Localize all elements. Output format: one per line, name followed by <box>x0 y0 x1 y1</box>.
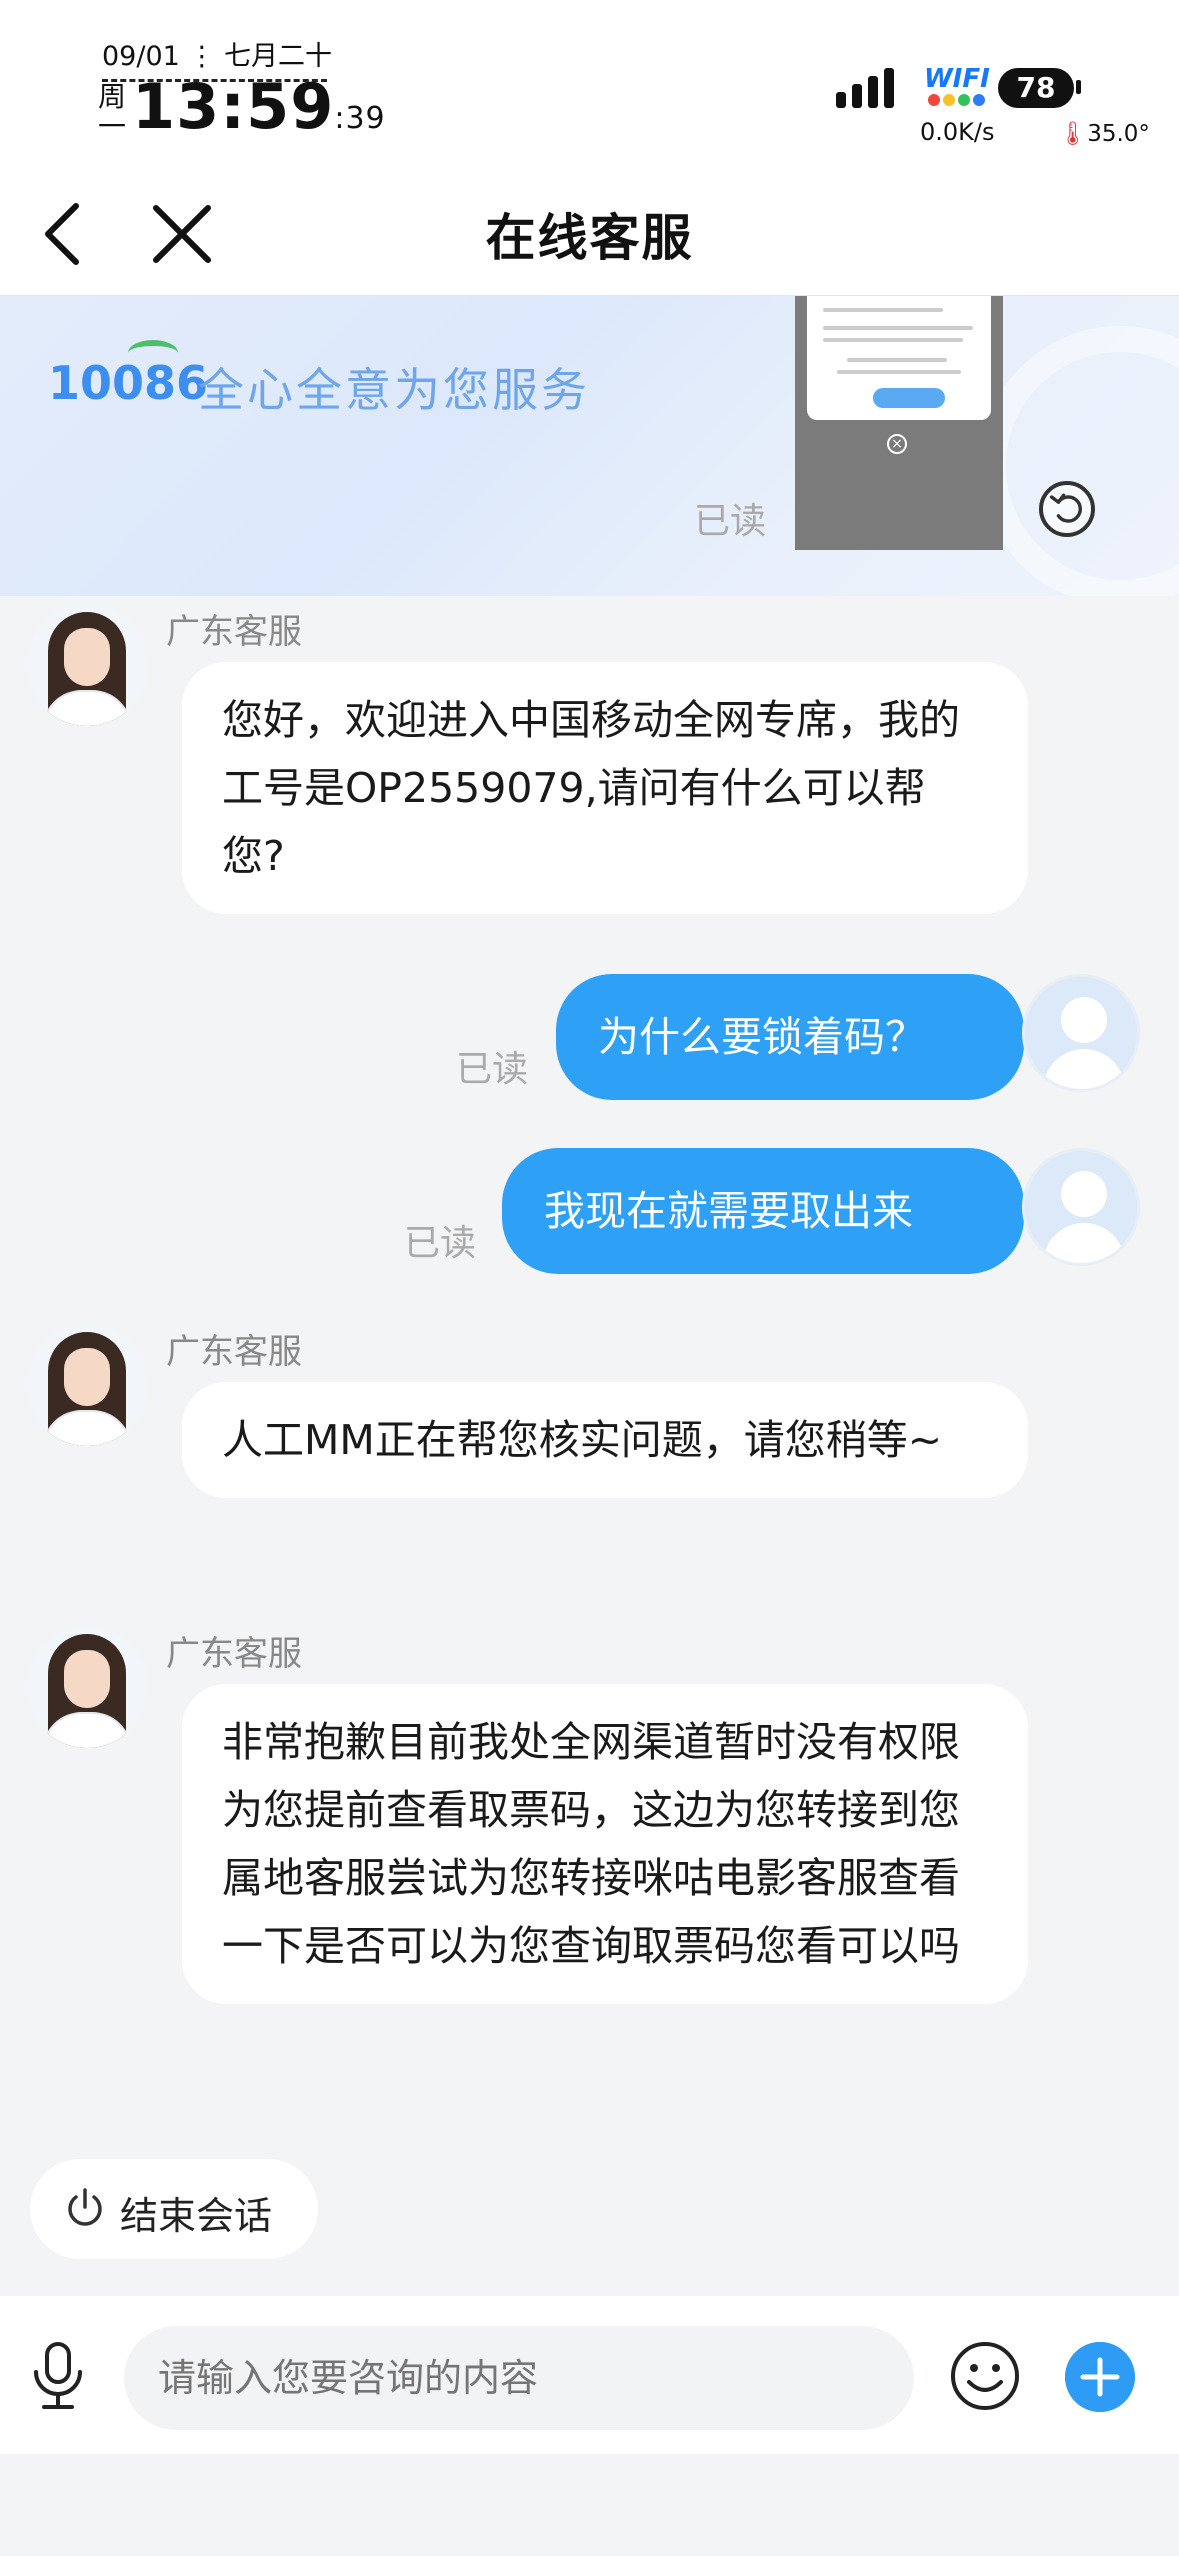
banner-slogan: 全心全意为您服务 <box>198 363 590 417</box>
message-bubble-agent: 您好，欢迎进入中国移动全网专席，我的工号是OP2559079,请问有什么可以帮您… <box>182 662 1028 914</box>
message-bubble-agent: 人工MM正在帮您核实问题，请您稍等~ <box>182 1382 1028 1498</box>
read-receipt: 已读 <box>694 501 767 542</box>
status-time: 13:59:39 <box>132 70 386 143</box>
image-message-thumbnail[interactable]: × <box>795 296 1003 550</box>
wifi-icon: WIFI <box>924 64 990 94</box>
temperature-value: 35.0° <box>1087 121 1150 147</box>
microphone-icon[interactable] <box>28 2340 88 2412</box>
power-icon <box>68 2188 102 2226</box>
agent-avatar[interactable] <box>26 1324 148 1446</box>
end-session-button[interactable]: 结束会话 <box>30 2159 318 2259</box>
end-session-label: 结束会话 <box>120 2194 273 2238</box>
service-banner: 10086 全心全意为您服务 × <box>0 296 1179 596</box>
user-avatar[interactable] <box>1022 974 1140 1092</box>
message-bubble-user: 我现在就需要取出来 <box>502 1148 1024 1274</box>
status-weekday: 周一 <box>98 80 127 143</box>
status-time-main: 13:59 <box>132 70 335 143</box>
read-receipt: 已读 <box>456 1049 529 1090</box>
read-receipt: 已读 <box>404 1223 477 1264</box>
net-speed: 0.0K/s <box>920 118 995 146</box>
page-title: 在线客服 <box>485 209 694 267</box>
temperature: 🌡35.0° <box>1058 120 1150 147</box>
decorative-rings <box>980 326 1179 596</box>
plus-icon[interactable] <box>1065 2342 1135 2412</box>
input-bar <box>0 2296 1179 2454</box>
agent-name: 广东客服 <box>166 1332 302 1372</box>
signal-icon <box>836 66 894 108</box>
status-bar: 09/01 ⋮ 七月二十 周一 13:59:39 WIFI 78 0.0K/s … <box>0 0 1179 170</box>
message-bubble-user: 为什么要锁着码？ <box>556 974 1024 1100</box>
agent-avatar[interactable] <box>26 604 148 726</box>
battery-icon: 78 <box>998 68 1074 108</box>
recall-icon[interactable] <box>1039 481 1095 537</box>
battery-tip <box>1076 80 1081 94</box>
nav-bar: 在线客服 <box>0 170 1179 296</box>
close-circle-icon: × <box>887 434 907 454</box>
brand-logo: 10086 <box>48 340 208 410</box>
message-bubble-agent: 非常抱歉目前我处全网渠道暂时没有权限为您提前查看取票码，这边为您转接到您属地客服… <box>182 1684 1028 2004</box>
wifi-dots-icon <box>928 94 985 106</box>
message-input[interactable] <box>124 2326 914 2430</box>
thermometer-icon: 🌡 <box>1058 121 1088 147</box>
status-time-seconds: :39 <box>334 101 386 136</box>
agent-name: 广东客服 <box>166 612 302 652</box>
agent-avatar[interactable] <box>26 1626 148 1748</box>
agent-name: 广东客服 <box>166 1634 302 1674</box>
user-avatar[interactable] <box>1022 1148 1140 1266</box>
emoji-icon[interactable] <box>949 2340 1021 2412</box>
